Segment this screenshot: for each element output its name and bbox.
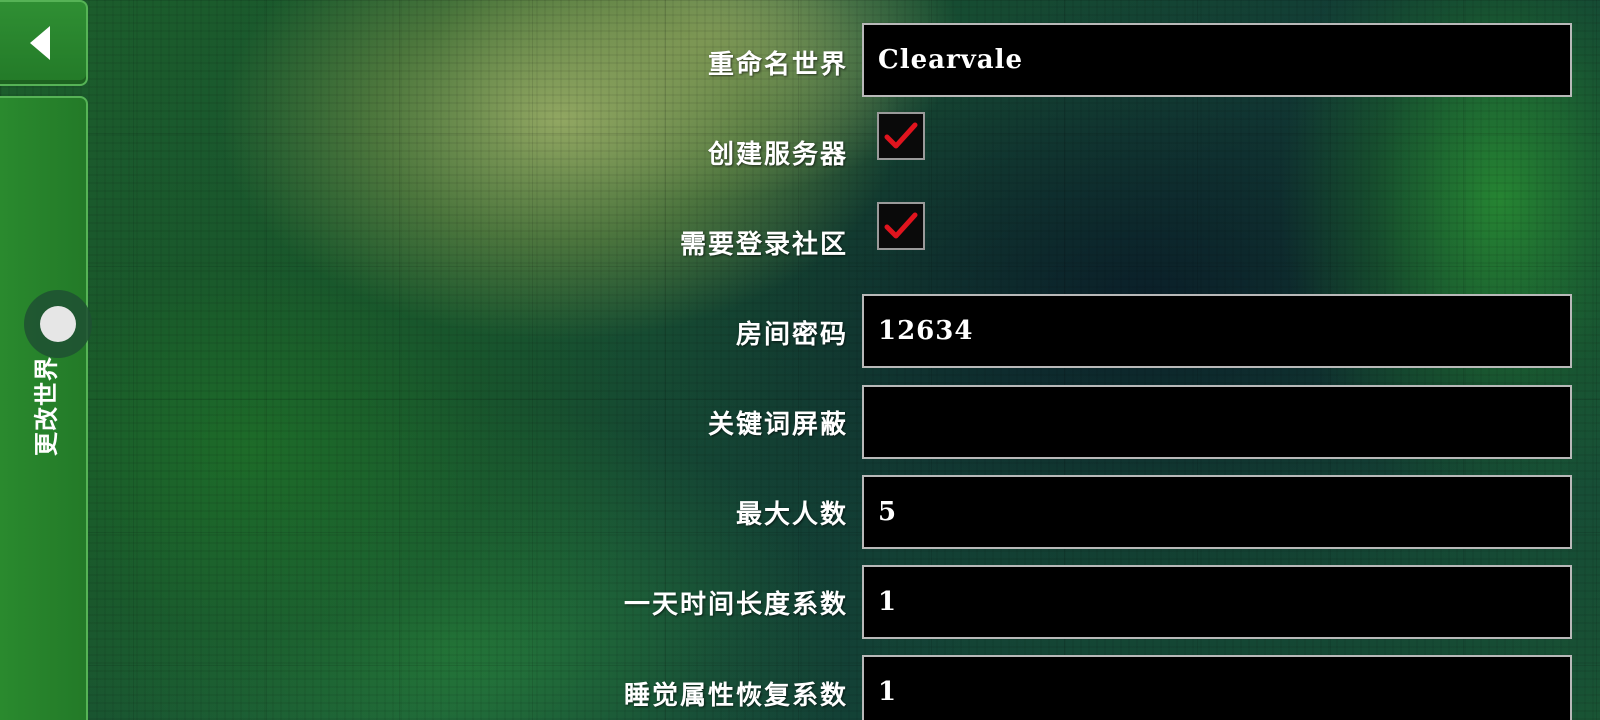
keyword-filter-input[interactable] xyxy=(862,385,1572,459)
require-community-login-checkbox[interactable] xyxy=(877,202,925,250)
world-settings-screen: 更改世界 重命名世界 Clearvale 创建服务器 需要登录社区 房间密码 1… xyxy=(0,0,1600,720)
max-players-input[interactable]: 5 xyxy=(862,475,1572,549)
back-arrow-icon xyxy=(30,26,50,60)
day-length-factor-label: 一天时间长度系数 xyxy=(623,590,848,620)
back-button[interactable] xyxy=(0,0,88,86)
day-length-factor-input[interactable]: 1 xyxy=(862,565,1572,639)
create-server-checkbox[interactable] xyxy=(877,112,925,160)
create-server-label: 创建服务器 xyxy=(707,140,848,170)
drawer-toggle-handle[interactable] xyxy=(24,290,92,358)
rename-world-label: 重命名世界 xyxy=(707,50,848,80)
toggle-knob-icon xyxy=(40,306,76,342)
room-password-label: 房间密码 xyxy=(735,320,848,350)
sleep-recovery-factor-label: 睡觉属性恢复系数 xyxy=(623,681,848,711)
rename-world-input[interactable]: Clearvale xyxy=(862,23,1572,97)
change-world-tab-label: 更改世界 xyxy=(32,356,61,456)
checkmark-icon xyxy=(884,122,918,149)
room-password-input[interactable]: 12634 xyxy=(862,294,1572,368)
sleep-recovery-factor-input[interactable]: 1 xyxy=(862,655,1572,720)
require-community-login-label: 需要登录社区 xyxy=(679,230,848,260)
checkmark-icon xyxy=(884,212,918,239)
keyword-filter-label: 关键词屏蔽 xyxy=(707,410,848,440)
max-players-label: 最大人数 xyxy=(735,500,848,530)
